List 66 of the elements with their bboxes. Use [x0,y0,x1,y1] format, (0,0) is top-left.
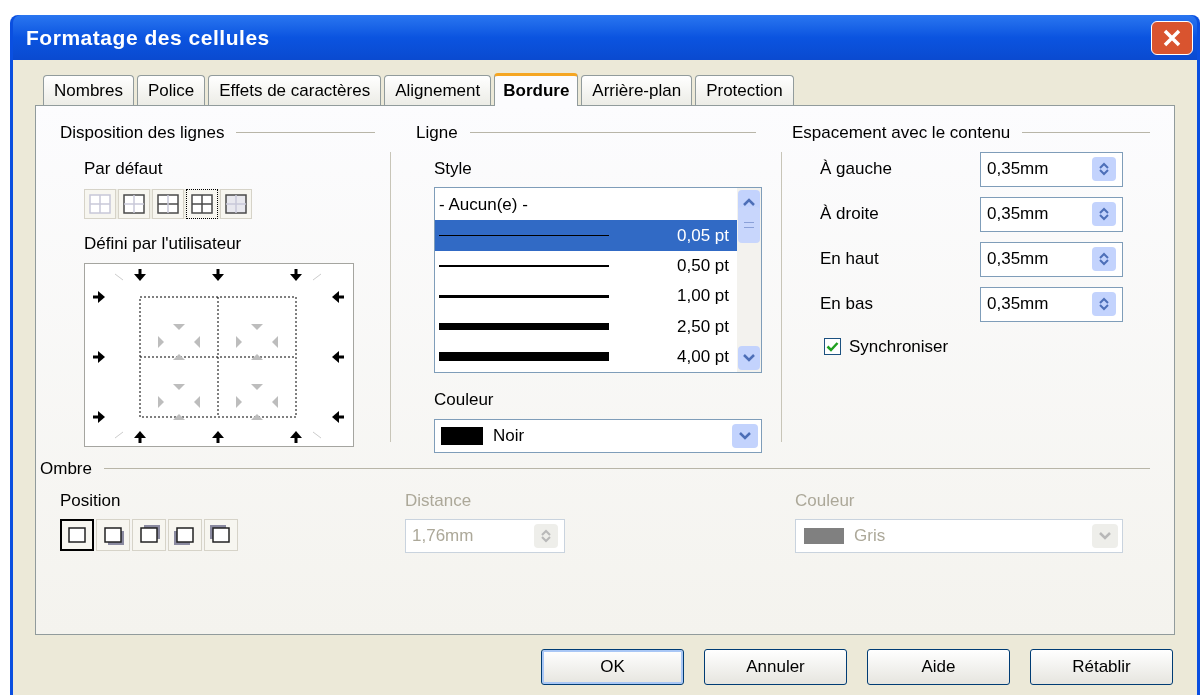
chevron-up-icon [742,197,756,207]
field-label: En haut [820,248,880,271]
list-item[interactable]: 0,05 pt [435,220,737,251]
border-grid-icon [157,194,179,214]
list-item[interactable]: 4,00 pt [435,341,737,372]
tab[interactable]: Effets de caractères [208,75,382,105]
checkbox-label: Synchroniser [849,335,949,358]
dialog-button[interactable]: Aide [867,649,1010,685]
field-label: En bas [820,293,874,316]
field-label: Position [60,489,122,512]
field-label: Défini par l'utilisateur [84,233,243,255]
border-grid-icon [123,194,145,214]
close-icon [1162,27,1182,48]
checkbox[interactable] [824,337,841,355]
spin-field[interactable]: 0,35mm [980,196,1123,232]
chevron-down-icon [738,430,752,441]
close-button[interactable] [1151,20,1193,55]
field-label: Par défaut [84,157,164,180]
up-down-arrows-icon [540,529,552,543]
scrollbar[interactable] [737,188,761,372]
spin-button[interactable] [1092,202,1116,226]
dropdown-button[interactable] [732,423,758,448]
spin-button[interactable] [1092,247,1116,271]
field-label: À gauche [820,158,893,181]
tab[interactable]: Alignement [384,75,492,105]
spin-field[interactable]: 0,35mm [980,151,1123,187]
chevron-down-icon [1098,531,1112,541]
dialog-button[interactable]: Annuler [704,649,847,685]
line-style-list[interactable]: - Aucun(e) - 0,05 pt 0,50 pt 1,00 pt 2,50 pt 4,00 pt [434,187,762,373]
tab[interactable]: Bordure [494,73,579,106]
list-item[interactable]: - Aucun(e) - [435,190,737,221]
tab[interactable]: Protection [695,75,794,105]
border-grid-icon [191,194,213,214]
color-dropdown[interactable]: Noir [434,418,762,453]
spin-field[interactable]: 0,35mm [980,286,1123,322]
spin-field[interactable]: 0,35mm [980,241,1123,277]
window-title: Formatage des cellules [26,24,270,51]
group-title: Ligne [416,122,458,144]
spin-button[interactable] [1092,292,1116,316]
border-preview[interactable] [84,262,354,447]
up-down-arrows-icon [1098,252,1110,266]
tab[interactable]: Arrière-plan [581,75,693,105]
up-down-arrows-icon [1098,207,1110,221]
border-preset-button[interactable] [186,189,218,219]
dialog-button[interactable]: OK [541,649,684,685]
list-item[interactable]: 0,50 pt [435,250,737,281]
list-item[interactable]: 2,50 pt [435,311,737,342]
up-down-arrows-icon [1098,297,1110,311]
tab[interactable]: Nombres [43,75,134,105]
field-label: Distance [405,489,473,512]
field-label: À droite [820,203,880,226]
up-down-arrows-icon [1098,162,1110,176]
group-title: Espacement avec le contenu [792,122,1011,144]
field-label: Couleur [434,389,495,411]
spin-button[interactable] [1092,157,1116,181]
field-label: Couleur [795,489,856,512]
chevron-down-icon [742,353,756,363]
shadow-position-button[interactable] [60,519,94,551]
group-title: Disposition des lignes [60,122,225,144]
dialog-button[interactable]: Rétablir [1030,649,1173,685]
border-grid-icon [225,194,247,214]
field-label: Style [434,157,473,180]
tab[interactable]: Police [136,75,206,105]
list-item[interactable]: 1,00 pt [435,281,737,312]
group-title: Ombre [40,458,92,480]
border-grid-icon [89,194,111,214]
